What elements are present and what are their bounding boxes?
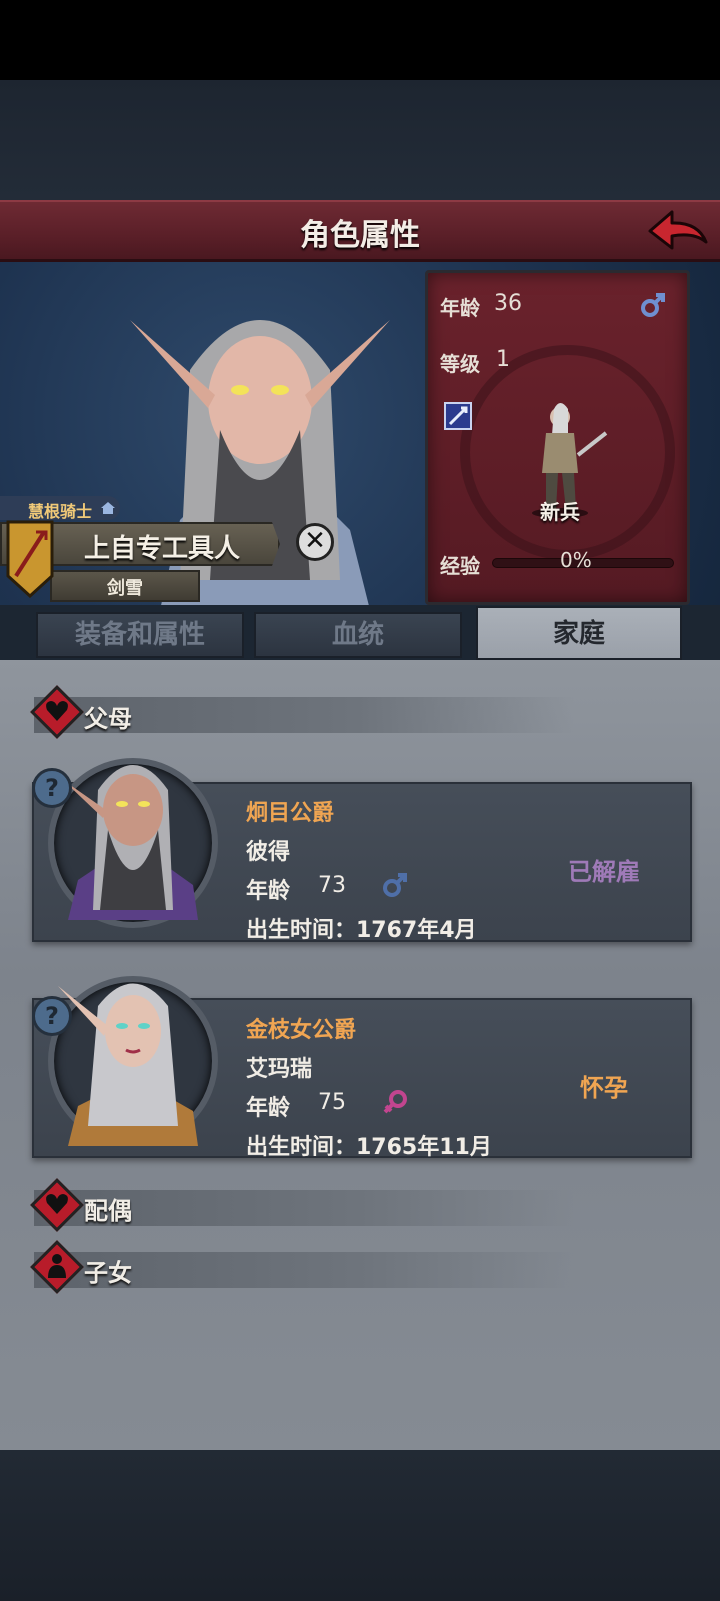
father-age: 73 [318, 873, 346, 898]
tab-family[interactable]: 家庭 [476, 606, 682, 660]
father-age-label: 年龄 [246, 879, 291, 904]
mother-title: 金枝女公爵 [246, 1018, 357, 1043]
father-birth-date: 出生时间：1767年4月 [246, 918, 477, 943]
close-button[interactable]: ✕ [296, 523, 334, 561]
help-badge[interactable]: ? [32, 768, 72, 808]
page-title: 角色属性 [300, 218, 420, 253]
exp-label: 经验 [440, 554, 480, 578]
level-value: 1 [496, 347, 510, 372]
level-label: 等级 [440, 352, 480, 376]
heart-icon [44, 1191, 70, 1217]
father-status: 已解雇 [568, 858, 640, 886]
child-icon [45, 1252, 69, 1280]
rank-name: 新兵 [540, 500, 580, 524]
frame-bottom [0, 1450, 720, 1601]
male-symbol-icon [640, 292, 666, 318]
section-spouse-label: 配偶 [84, 1197, 132, 1225]
tab-equipment[interactable]: 装备和属性 [36, 612, 244, 658]
tab-bloodline[interactable]: 血统 [254, 612, 462, 658]
house-icon [100, 500, 116, 514]
mother-age-label: 年龄 [246, 1096, 291, 1121]
female-symbol-icon [382, 1089, 408, 1115]
father-name: 彼得 [246, 840, 291, 865]
status-bar-area [0, 0, 720, 80]
mother-name: 艾玛瑞 [246, 1057, 313, 1082]
heart-icon [44, 698, 70, 724]
mother-age: 75 [318, 1090, 346, 1115]
close-icon: ✕ [304, 526, 326, 556]
mother-status: 怀孕 [580, 1074, 628, 1102]
age-label: 年龄 [440, 296, 480, 320]
back-button[interactable] [646, 208, 710, 254]
section-children-label: 子女 [84, 1259, 132, 1287]
help-badge[interactable]: ? [32, 996, 72, 1036]
character-title: 剑雪 [107, 578, 143, 599]
frame-top [0, 80, 720, 200]
back-arrow-icon [648, 210, 708, 250]
sword-shield-icon [6, 518, 54, 599]
father-portrait [58, 740, 208, 920]
male-symbol-icon [382, 872, 408, 898]
sword-class-icon[interactable] [444, 402, 472, 430]
age-value: 36 [494, 291, 522, 316]
section-parents-label: 父母 [84, 705, 132, 733]
mother-birth-date: 出生时间：1765年11月 [246, 1135, 492, 1160]
mother-portrait [58, 966, 208, 1146]
exp-value: 0% [560, 548, 592, 572]
father-title: 炯目公爵 [246, 801, 335, 826]
character-name[interactable]: 上自专工具人 [84, 528, 240, 565]
